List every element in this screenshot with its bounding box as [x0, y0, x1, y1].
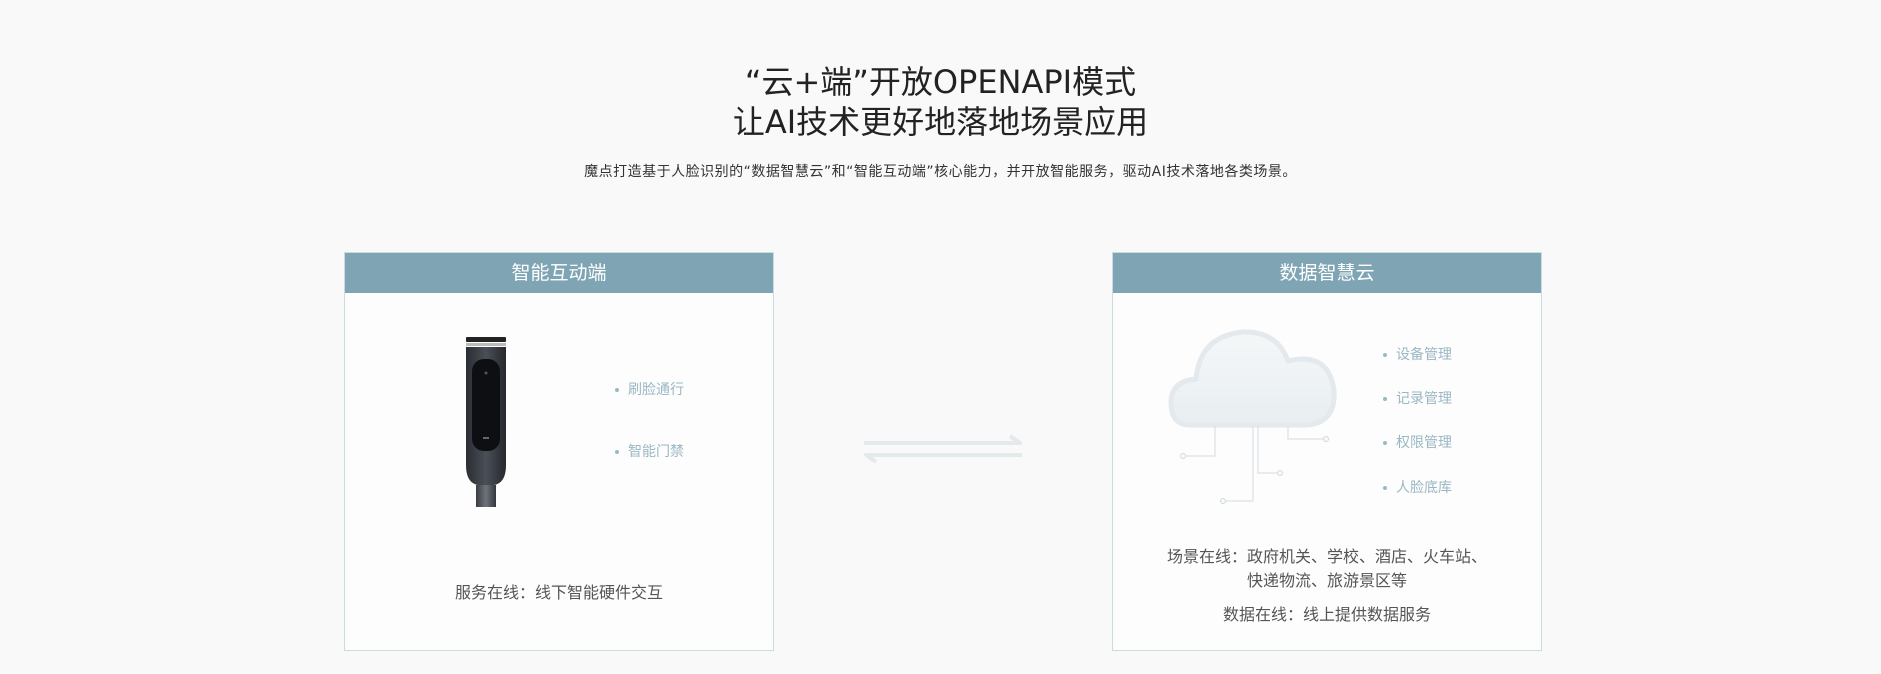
feature-face-pass: 刷脸通行 [615, 379, 684, 399]
hero-title-line2: 让AI技术更好地落地场景应用 [732, 103, 1149, 141]
cloud-icon [1168, 329, 1337, 504]
cloud-caption-line2: 快递物流、旅游景区等 [1246, 571, 1407, 590]
feature-record-management: 记录管理 [1383, 388, 1452, 408]
hero-title-line1: “云+端”开放OPENAPI模式 [744, 63, 1137, 101]
face-recognition-device-icon [466, 337, 506, 507]
feature-device-management: 设备管理 [1383, 344, 1452, 364]
hero-subtitle: 魔点打造基于人脸识别的“数据智慧云”和“智能互动端”核心能力，并开放智能服务，驱… [584, 164, 1297, 180]
bullet-dot [1383, 397, 1387, 401]
bullet-dot [615, 450, 619, 454]
feature-smart-access: 智能门禁 [615, 441, 684, 461]
bullet-dot [1383, 353, 1387, 357]
cloud-caption-data-online: 数据在线：线上提供数据服务 [1222, 605, 1431, 624]
smart-terminal-title: 智能互动端 [345, 253, 773, 293]
bullet-dot [1383, 486, 1387, 490]
feature-face-library: 人脸底库 [1383, 477, 1452, 497]
data-cloud-panel: 数据智慧云 设备管理 记录管理 权限管理 人脸底库 场景在线：政府机关、学校、酒… [1112, 252, 1542, 651]
bidirectional-arrows-icon [864, 434, 1022, 464]
bullet-dot [1383, 441, 1387, 445]
smart-terminal-panel: 智能互动端 刷脸通行 智能门禁 服务在线：线下智能硬件交互 [344, 252, 774, 651]
cloud-caption-line1: 场景在线：政府机关、学校、酒店、火车站、 [1166, 547, 1487, 566]
terminal-caption: 服务在线：线下智能硬件交互 [454, 583, 663, 602]
bullet-dot [615, 388, 619, 392]
data-cloud-title: 数据智慧云 [1113, 253, 1541, 293]
feature-permission-management: 权限管理 [1383, 432, 1452, 452]
